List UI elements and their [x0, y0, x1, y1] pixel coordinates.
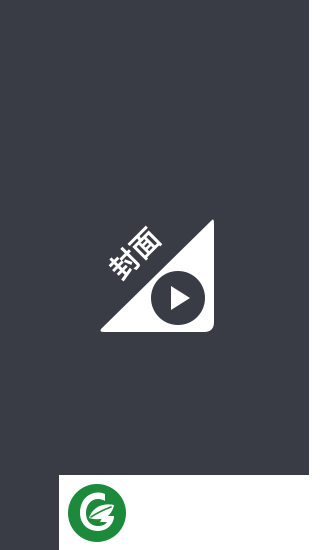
- splash-screen: 封面: [0, 0, 309, 550]
- brand-logo: [67, 483, 127, 543]
- brand-footer: [59, 475, 309, 550]
- green-g-leaf-logo-icon: [68, 484, 126, 542]
